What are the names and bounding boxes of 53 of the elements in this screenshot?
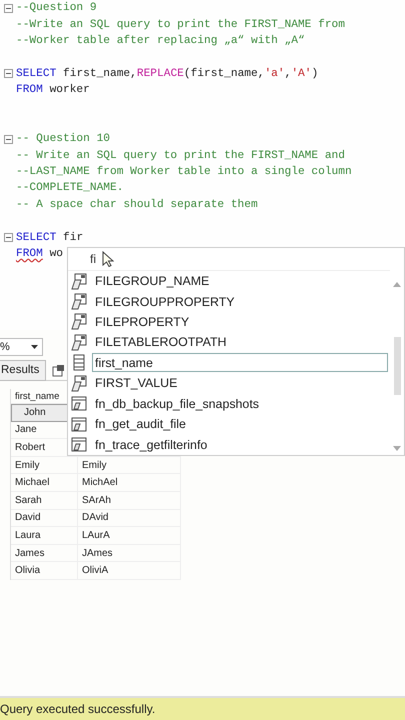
function-icon xyxy=(70,334,88,351)
table-function-icon xyxy=(70,416,88,433)
suggestion-item[interactable]: fn_db_backup_file_snapshots xyxy=(92,394,388,414)
zoom-dropdown[interactable]: % xyxy=(0,338,43,356)
table-cell: Laura xyxy=(11,527,78,545)
table-cell: MichAel xyxy=(78,474,181,492)
suggestion-item[interactable]: FIRST_VALUE xyxy=(92,374,388,393)
table-cell: DAvid xyxy=(78,510,181,528)
status-bar: Query executed successfully. xyxy=(0,696,405,720)
collapse-icon[interactable] xyxy=(4,233,12,242)
caret-icon xyxy=(31,345,38,349)
table-function-icon xyxy=(70,395,88,412)
suggestion-item[interactable]: fn_trace_getfilterinfo xyxy=(92,435,388,454)
suggestion-item[interactable]: fn_get_audit_file xyxy=(92,414,388,434)
table-cell: James xyxy=(11,544,78,562)
collapse-icon[interactable] xyxy=(4,69,12,78)
table-cell: David xyxy=(11,510,78,528)
table-cell: LAurA xyxy=(78,527,181,545)
code-line: -- Question 10 xyxy=(16,133,110,146)
results-tab[interactable]: Results xyxy=(0,360,46,380)
suggestion-item[interactable]: first_name xyxy=(92,353,388,372)
code-line: SELECT fir xyxy=(16,232,84,244)
table-cell: JAmes xyxy=(78,544,181,562)
code-line: -- A space char should separate them xyxy=(16,198,258,211)
code-line: FROM worker xyxy=(16,84,90,96)
suggestion-item[interactable]: FILEGROUP_NAME xyxy=(92,272,388,291)
code-line: --COMPLETE_NAME. xyxy=(16,182,124,194)
table-cell: Emily xyxy=(11,456,78,474)
suggestion-item[interactable]: FILEPROPERTY xyxy=(92,312,388,332)
code-line: --LAST_NAME from Worker table into a single column xyxy=(16,166,352,178)
function-icon xyxy=(70,272,88,290)
typed-text: fi xyxy=(90,252,96,266)
collapse-icon[interactable] xyxy=(4,134,12,144)
suggestion-item[interactable]: FILEGROUPPROPERTY xyxy=(92,292,388,312)
table-cell: SArAh xyxy=(78,492,181,510)
function-icon xyxy=(70,313,88,330)
table-cell: Sarah xyxy=(11,492,78,510)
suggestion-item[interactable]: FILETABLEROOTPATH xyxy=(92,332,388,352)
code-line: SELECT first_name,REPLACE(first_name,'a','A') xyxy=(16,68,318,80)
code-line: --Write an SQL query to print the FIRST_NAME from xyxy=(16,18,345,31)
code-line: FROM wo xyxy=(16,248,64,260)
function-icon xyxy=(70,293,88,310)
table-cell: OliviA xyxy=(78,562,181,580)
table-cell: Michael xyxy=(11,474,78,492)
collapse-icon[interactable] xyxy=(4,4,12,13)
code-line: --Question 9 xyxy=(16,2,97,14)
table-cell: Olivia xyxy=(11,562,78,580)
messages-tab-icon[interactable] xyxy=(52,364,66,376)
function-icon xyxy=(70,374,88,392)
code-line: -- Write an SQL query to print the FIRST_NAME and xyxy=(16,150,345,162)
table-function-icon xyxy=(70,436,88,454)
code-line: --Worker table after replacing „a“ with „A“ xyxy=(16,34,305,47)
pointer-icon xyxy=(102,250,114,267)
